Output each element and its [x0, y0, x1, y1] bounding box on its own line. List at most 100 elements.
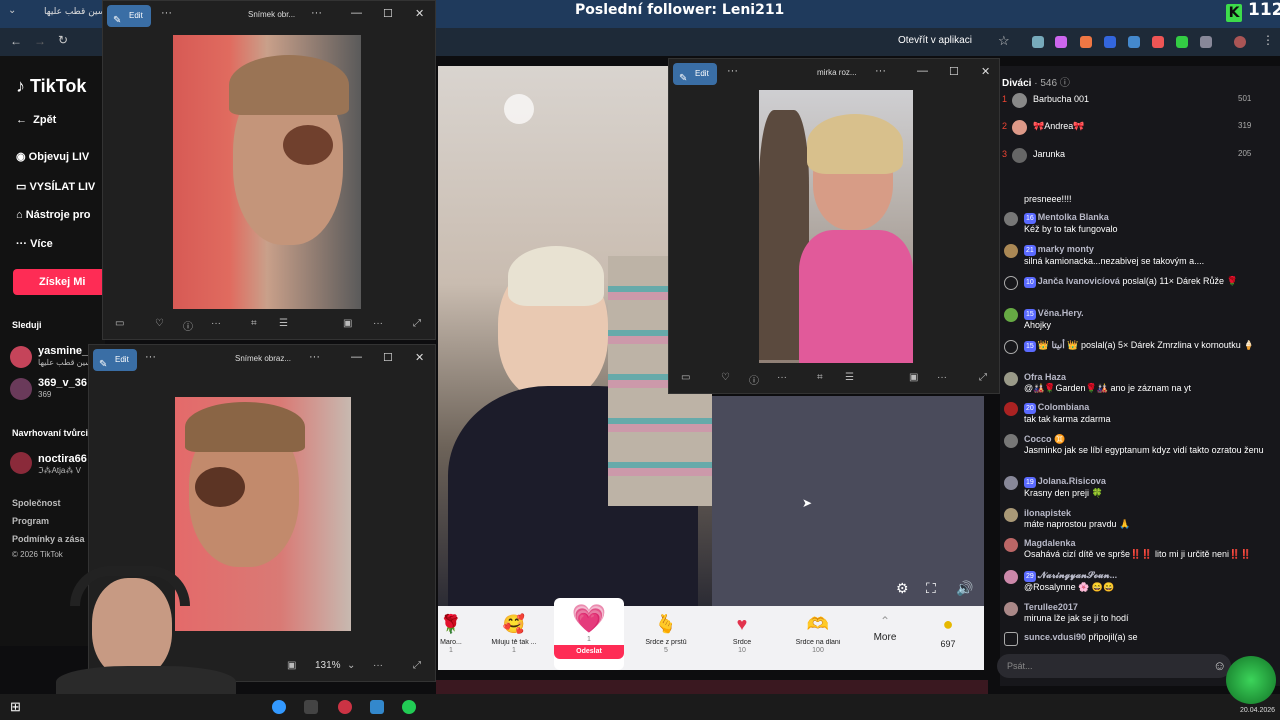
open-in-app-button[interactable]: Otevřít v aplikaci [898, 35, 972, 46]
tab-title[interactable]: سين قطب عليها [44, 7, 105, 17]
viewer-row[interactable]: 2 🎀Andrea🎀 319 [1000, 120, 1264, 139]
more-icon[interactable]: ··· [309, 351, 320, 363]
avatar[interactable] [10, 346, 32, 368]
more-icon[interactable]: ··· [211, 318, 221, 329]
adjust-icon[interactable]: ☰ [845, 372, 854, 383]
extension-icon[interactable] [1055, 36, 1067, 48]
zoom-level[interactable]: 131% [315, 660, 341, 671]
extension-icon[interactable] [1032, 36, 1044, 48]
profile-avatar[interactable] [1234, 36, 1246, 48]
gift-item[interactable]: 🫶 Srdce na dlani 100 [782, 610, 854, 668]
extension-icon[interactable] [1152, 36, 1164, 48]
gift-item[interactable]: 🥰 Miluju tě tak ... 1 [478, 610, 550, 668]
decorative-ball [1226, 656, 1276, 704]
chevron-down-icon[interactable]: ⌄ [347, 660, 355, 671]
heart-icon[interactable]: ♡ [155, 318, 164, 329]
tab-list-chevron-icon[interactable]: ⌄ [8, 5, 16, 16]
maximize-icon[interactable]: ☐ [949, 65, 959, 78]
taskbar-app-icon[interactable] [272, 700, 286, 714]
footer-link[interactable]: Podmínky a zása [12, 534, 85, 544]
more-icon[interactable]: ··· [145, 351, 156, 363]
sidebar-item-more[interactable]: ··· Více [16, 238, 53, 250]
forward-arrow-icon[interactable]: → [34, 34, 46, 48]
expand-icon[interactable]: ⤢ [979, 372, 987, 383]
settings-icon[interactable]: ⚙ [896, 580, 909, 597]
heart-icon[interactable]: ♡ [721, 372, 730, 383]
minimize-icon[interactable]: — [351, 7, 362, 19]
maximize-icon[interactable]: ☐ [383, 7, 393, 20]
sidebar-item-explore[interactable]: ◉ Objevuj LIV [16, 150, 89, 163]
more-gifts-button[interactable]: ⌃ More [860, 610, 910, 668]
fit-icon[interactable]: ▣ [343, 318, 352, 329]
extension-icon[interactable] [1176, 36, 1188, 48]
gift-item-selected[interactable]: 💗 1 Odeslat [554, 598, 624, 670]
level-badge: 29 [1024, 571, 1036, 582]
volume-icon[interactable]: 🔊 [956, 580, 973, 597]
reload-icon[interactable]: ↻ [58, 33, 68, 47]
more-icon[interactable]: ··· [311, 7, 322, 19]
filmstrip-icon[interactable]: ▭ [115, 318, 124, 329]
more-icon[interactable]: ··· [161, 7, 172, 19]
star-icon[interactable]: ☆ [998, 33, 1010, 49]
extension-icon[interactable] [1080, 36, 1092, 48]
tiktok-logo[interactable]: ♪ TikTok [16, 76, 86, 97]
send-button[interactable]: Odeslat [554, 645, 624, 659]
minimize-icon[interactable]: — [351, 351, 362, 363]
close-icon[interactable]: ✕ [415, 7, 424, 20]
adjust-icon[interactable]: ☰ [279, 318, 288, 329]
edit-button[interactable]: ✎ Edit [93, 349, 137, 371]
sidebar-item-go-live[interactable]: ▭ VYSÍLAT LIV [16, 180, 95, 193]
expand-icon[interactable]: ⤢ [413, 660, 421, 671]
get-coins-button[interactable]: Získej Mi [13, 269, 113, 295]
crop-icon[interactable]: ⌗ [251, 318, 257, 329]
minimize-icon[interactable]: — [917, 65, 928, 77]
avatar[interactable] [10, 452, 32, 474]
sidebar-item-tools[interactable]: ⌂ Nástroje pro [16, 209, 91, 221]
more-icon[interactable]: ··· [937, 372, 947, 383]
extensions-puzzle-icon[interactable] [1200, 36, 1212, 48]
gift-item[interactable]: ♥ Srdce 10 [706, 610, 778, 668]
back-button[interactable]: ← Zpět [16, 114, 56, 126]
more-icon[interactable]: ··· [777, 372, 787, 383]
viewers-title: Diváci [1002, 78, 1032, 89]
crop-icon[interactable]: ⌗ [817, 372, 823, 383]
taskbar-app-icon[interactable] [338, 700, 352, 714]
more-icon[interactable]: ··· [373, 660, 383, 671]
fullscreen-icon[interactable]: ⛶ [926, 580, 936, 597]
avatar[interactable] [10, 378, 32, 400]
info-icon[interactable]: ⓘ [183, 318, 193, 333]
browser-menu-icon[interactable]: ⋮ [1262, 33, 1274, 47]
viewer-row[interactable]: 1 Barbucha 001 501 [1000, 93, 1264, 112]
maximize-icon[interactable]: ☐ [383, 351, 393, 364]
close-icon[interactable]: ✕ [981, 65, 990, 78]
more-icon[interactable]: ··· [727, 65, 738, 77]
extension-icon[interactable] [1128, 36, 1140, 48]
viewer-row[interactable]: 3 Jarunka 205 [1000, 148, 1264, 167]
edit-button[interactable]: ✎ Edit [107, 5, 151, 27]
emoji-icon[interactable]: ☺ [1213, 658, 1226, 673]
gift-item[interactable]: 🫰 Srdce z prstů 5 [630, 610, 702, 668]
windows-start-icon[interactable]: ⊞ [10, 699, 21, 715]
whatsapp-icon[interactable] [402, 700, 416, 714]
coins-button[interactable]: ● 697 [918, 610, 978, 668]
edit-button[interactable]: ✎ Edit [673, 63, 717, 85]
more-icon[interactable]: ··· [373, 318, 383, 329]
close-icon[interactable]: ✕ [415, 351, 424, 364]
footer-link[interactable]: Společnost [12, 498, 61, 508]
filmstrip-icon[interactable]: ▭ [681, 372, 690, 383]
following-name[interactable]: yasmine_ [38, 345, 88, 357]
extension-icon[interactable] [1104, 36, 1116, 48]
fit-icon[interactable]: ▣ [287, 660, 296, 671]
info-icon[interactable]: ⓘ [1060, 78, 1070, 89]
following-name[interactable]: 369_v_36 [38, 377, 87, 389]
taskbar-app-icon[interactable] [304, 700, 318, 714]
info-icon[interactable]: ⓘ [749, 372, 759, 387]
suggested-name[interactable]: noctira66 [38, 453, 87, 465]
back-arrow-icon[interactable]: ← [10, 34, 22, 48]
more-icon[interactable]: ··· [875, 65, 886, 77]
expand-icon[interactable]: ⤢ [413, 318, 421, 329]
fit-icon[interactable]: ▣ [909, 372, 918, 383]
footer-link[interactable]: Program [12, 516, 49, 526]
chat-input[interactable]: Psát... ☺ [997, 654, 1231, 678]
taskbar-app-icon[interactable] [370, 700, 384, 714]
